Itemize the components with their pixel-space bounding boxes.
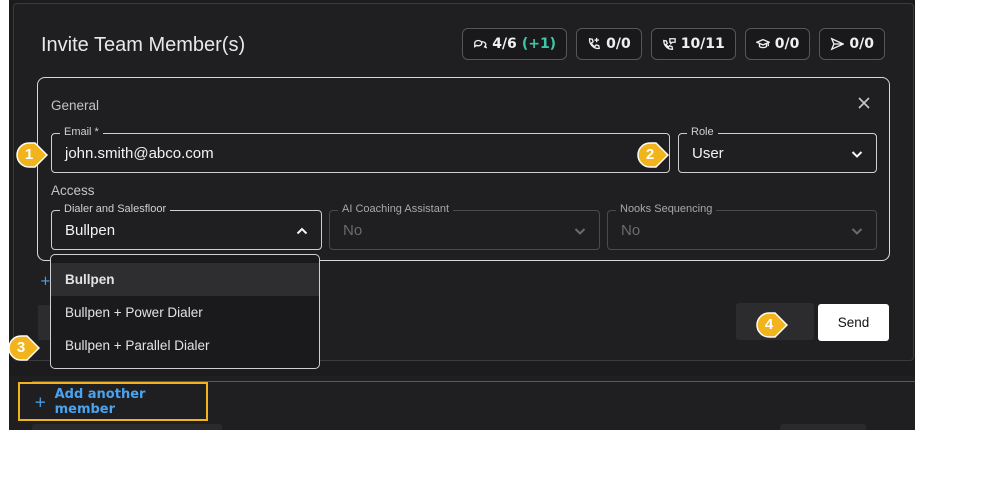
step-marker-4-label: 4 [764, 316, 774, 333]
badge-sequencing: 0/0 [819, 28, 885, 60]
background-button-right [780, 424, 866, 430]
badge-coaching-value: 0/0 [774, 36, 800, 52]
role-label: Role [687, 126, 718, 138]
plus-icon: + [34, 392, 47, 411]
coaching-value: No [343, 222, 363, 239]
chevron-up-icon [296, 227, 308, 235]
dialer-value: Bullpen [65, 222, 116, 239]
phone-chat-icon [662, 38, 676, 50]
close-icon[interactable] [857, 96, 871, 110]
member-panel: General Email * john.smith@abco.com Role… [37, 77, 890, 261]
badge-phone-plus-value: 0/0 [606, 36, 631, 52]
coaching-select[interactable]: AI Coaching Assistant No [329, 203, 600, 250]
role-select[interactable]: Role User [678, 126, 877, 173]
badge-chat: 4/6 (+1) [462, 28, 568, 60]
add-another-member-label: Add another member [54, 386, 146, 417]
step-marker-1-label: 1 [24, 146, 34, 163]
sequencing-value: No [621, 222, 641, 239]
dialer-select[interactable]: Dialer and Salesfloor Bullpen [51, 203, 322, 250]
badge-phone-chat-value: 10/11 [680, 36, 725, 52]
graduation-cap-icon [755, 38, 770, 49]
screen: + Add another member Invite Team Member(… [0, 0, 981, 483]
dropdown-option-power-dialer[interactable]: Bullpen + Power Dialer [51, 296, 319, 329]
step-marker-1: 1 [16, 142, 48, 168]
badge-phone-plus: 0/0 [576, 28, 642, 60]
send-button[interactable]: Send [818, 304, 889, 341]
dialer-dropdown-menu: Bullpen Bullpen + Power Dialer Bullpen +… [50, 254, 320, 369]
add-another-member-link[interactable]: + Add another member [18, 382, 208, 421]
badge-sequencing-value: 0/0 [849, 36, 874, 52]
dropdown-option-bullpen[interactable]: Bullpen [51, 263, 319, 296]
role-value: User [692, 145, 724, 162]
modal-title: Invite Team Member(s) [41, 34, 246, 56]
step-marker-2-label: 2 [645, 146, 655, 163]
email-value: john.smith@abco.com [65, 145, 214, 162]
chevron-down-icon [851, 228, 863, 235]
send-icon [830, 37, 845, 51]
badge-coaching: 0/0 [744, 28, 811, 60]
step-marker-3: 3 [8, 335, 40, 361]
step-marker-2: 2 [637, 142, 669, 168]
badge-chat-value: 4/6 [492, 36, 517, 52]
general-heading: General [51, 98, 100, 113]
access-heading: Access [51, 183, 95, 198]
phone-plus-icon [589, 37, 601, 50]
step-marker-4: 4 [756, 312, 788, 338]
dialer-label: Dialer and Salesfloor [60, 203, 171, 215]
email-field[interactable]: Email * john.smith@abco.com [51, 126, 670, 173]
chat-bubbles-icon [474, 39, 488, 49]
coaching-label: AI Coaching Assistant [338, 203, 454, 215]
usage-badges: 4/6 (+1) 0/0 10/11 0/0 0/0 [462, 28, 885, 60]
badge-chat-extra: (+1) [521, 36, 557, 52]
sequencing-select[interactable]: Nooks Sequencing No [607, 203, 877, 250]
dropdown-option-parallel-dialer[interactable]: Bullpen + Parallel Dialer [51, 329, 319, 362]
email-label: Email * [60, 126, 103, 138]
sequencing-label: Nooks Sequencing [616, 203, 717, 215]
chevron-down-icon [851, 151, 863, 158]
badge-phone-chat: 10/11 [650, 28, 736, 60]
step-marker-3-label: 3 [16, 339, 26, 356]
chevron-down-icon [574, 228, 586, 235]
background-button-left [32, 424, 222, 430]
